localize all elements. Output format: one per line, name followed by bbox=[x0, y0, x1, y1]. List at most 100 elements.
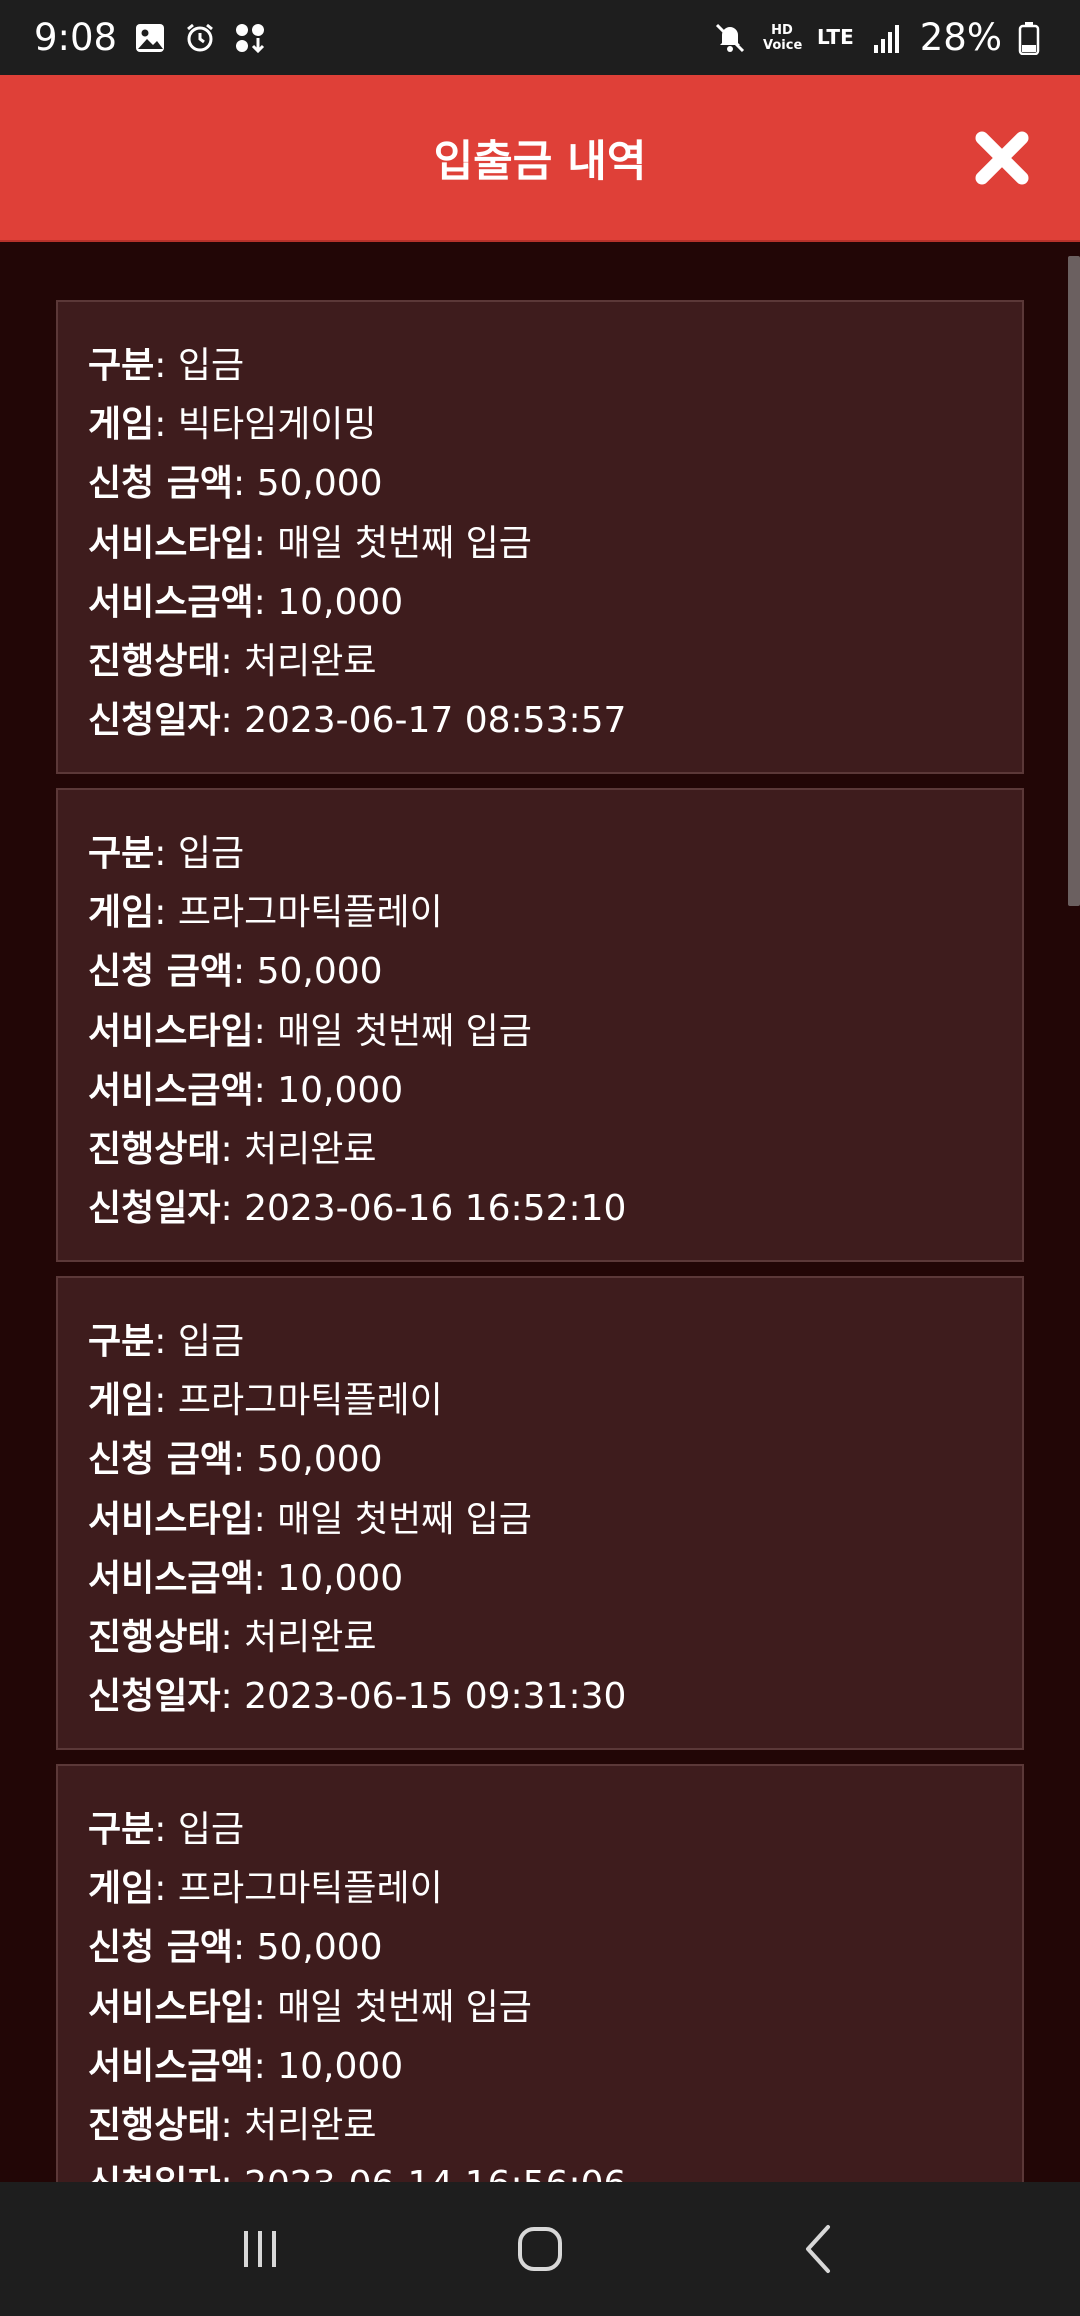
hd-voice-badge: HD Voice bbox=[763, 22, 803, 53]
label-type: 구분 bbox=[88, 1809, 155, 1850]
label-service-type: 서비스타입 bbox=[88, 1498, 254, 1540]
row-status: 진행상태: 처리완료 bbox=[88, 2105, 377, 2147]
value-game: 프라그마틱플레이 bbox=[177, 1380, 443, 1422]
value-game: 빅타임게이밍 bbox=[177, 404, 377, 446]
back-button[interactable] bbox=[780, 2209, 860, 2289]
row-service-amount: 서비스금액: 10,000 bbox=[88, 581, 404, 623]
status-right: HD Voice LTE 28% bbox=[713, 16, 1052, 59]
home-button[interactable] bbox=[500, 2209, 580, 2289]
label-date: 신청일자 bbox=[88, 700, 221, 742]
row-status: 진행상태: 처리완료 bbox=[88, 641, 377, 683]
label-date: 신청일자 bbox=[88, 2164, 220, 2182]
row-game: 게임: 프라그마틱플레이 bbox=[88, 1380, 443, 1422]
history-list-container[interactable]: 구분: 입금 게임: 빅타임게이밍 신청 금액: 50,000 서비스타입: 매… bbox=[0, 242, 1080, 2182]
recents-button[interactable] bbox=[220, 2209, 300, 2289]
value-date: 2023-06-14 16:56:06 bbox=[244, 2164, 626, 2182]
label-type: 구분 bbox=[88, 345, 155, 386]
signal-icon bbox=[870, 21, 904, 55]
value-amount: 50,000 bbox=[256, 463, 383, 505]
status-time: 9:08 bbox=[34, 16, 118, 59]
battery-icon bbox=[1018, 21, 1052, 55]
system-nav-bar bbox=[0, 2182, 1080, 2316]
status-bar: 9:08 HD Voice LTE 28% bbox=[0, 0, 1080, 75]
row-service-type: 서비스타입: 매일 첫번째 입금 bbox=[88, 1010, 532, 1052]
row-type: 구분: 입금 bbox=[88, 1809, 245, 1850]
row-date: 신청일자: 2023-06-15 09:31:30 bbox=[88, 1676, 627, 1718]
label-service-amount: 서비스금액 bbox=[88, 1069, 254, 1111]
label-type: 구분 bbox=[88, 1321, 155, 1362]
row-service-amount: 서비스금액: 10,000 bbox=[88, 1557, 404, 1599]
value-date: 2023-06-16 16:52:10 bbox=[244, 1188, 627, 1230]
row-status: 진행상태: 처리완료 bbox=[88, 1129, 377, 1171]
row-date: 신청일자: 2023-06-16 16:52:10 bbox=[88, 1188, 627, 1230]
row-service-type: 서비스타입: 매일 첫번째 입금 bbox=[88, 1986, 532, 2028]
label-service-type: 서비스타입 bbox=[88, 522, 254, 564]
value-amount: 50,000 bbox=[256, 951, 383, 993]
label-amount: 신청 금액 bbox=[88, 463, 234, 505]
value-type: 입금 bbox=[177, 833, 245, 874]
label-game: 게임 bbox=[88, 404, 155, 446]
value-service-amount: 10,000 bbox=[277, 1557, 404, 1599]
row-date: 신청일자: 2023-06-14 16:56:06 bbox=[88, 2155, 992, 2182]
row-type: 구분: 입금 bbox=[88, 833, 245, 874]
value-amount: 50,000 bbox=[256, 1927, 383, 1969]
label-amount: 신청 금액 bbox=[88, 1439, 234, 1481]
download-apps-icon bbox=[233, 21, 267, 55]
alarm-icon bbox=[183, 21, 217, 55]
battery-percent: 28% bbox=[919, 16, 1002, 59]
label-status: 진행상태 bbox=[88, 1617, 221, 1659]
value-service-amount: 10,000 bbox=[277, 1069, 404, 1111]
row-amount: 신청 금액: 50,000 bbox=[88, 463, 383, 505]
row-service-amount: 서비스금액: 10,000 bbox=[88, 1069, 404, 1111]
label-service-amount: 서비스금액 bbox=[88, 1557, 254, 1599]
label-service-type: 서비스타입 bbox=[88, 1010, 254, 1052]
close-button[interactable] bbox=[972, 128, 1032, 188]
row-amount: 신청 금액: 50,000 bbox=[88, 1927, 383, 1969]
value-service-amount: 10,000 bbox=[277, 2045, 404, 2087]
value-amount: 50,000 bbox=[256, 1439, 383, 1481]
label-service-amount: 서비스금액 bbox=[88, 581, 254, 623]
label-service-amount: 서비스금액 bbox=[88, 2045, 254, 2087]
close-icon[interactable] bbox=[972, 128, 1032, 188]
row-game: 게임: 프라그마틱플레이 bbox=[88, 1868, 443, 1910]
history-card: 구분: 입금 게임: 프라그마틱플레이 신청 금액: 50,000 서비스타입:… bbox=[56, 1764, 1024, 2182]
label-date: 신청일자 bbox=[88, 1188, 221, 1230]
history-card: 구분: 입금 게임: 프라그마틱플레이 신청 금액: 50,000 서비스타입:… bbox=[56, 1276, 1024, 1750]
row-status: 진행상태: 처리완료 bbox=[88, 1617, 377, 1659]
lte-label: LTE bbox=[817, 25, 854, 49]
row-type: 구분: 입금 bbox=[88, 1321, 245, 1362]
label-type: 구분 bbox=[88, 833, 155, 874]
label-service-type: 서비스타입 bbox=[88, 1986, 254, 2028]
value-status: 처리완료 bbox=[244, 2105, 377, 2147]
status-left: 9:08 bbox=[34, 16, 267, 59]
history-card: 구분: 입금 게임: 빅타임게이밍 신청 금액: 50,000 서비스타입: 매… bbox=[56, 300, 1024, 774]
value-service-type: 매일 첫번째 입금 bbox=[277, 522, 532, 564]
back-icon[interactable] bbox=[790, 2219, 850, 2279]
home-icon[interactable] bbox=[510, 2219, 570, 2279]
recents-icon[interactable] bbox=[230, 2219, 290, 2279]
row-game: 게임: 프라그마틱플레이 bbox=[88, 892, 443, 934]
value-service-amount: 10,000 bbox=[277, 581, 404, 623]
value-service-type: 매일 첫번째 입금 bbox=[277, 1498, 532, 1540]
value-date: 2023-06-15 09:31:30 bbox=[244, 1676, 627, 1718]
value-game: 프라그마틱플레이 bbox=[177, 1868, 443, 1910]
label-date: 신청일자 bbox=[88, 1676, 221, 1718]
row-service-amount: 서비스금액: 10,000 bbox=[88, 2045, 404, 2087]
value-type: 입금 bbox=[177, 345, 245, 386]
value-date: 2023-06-17 08:53:57 bbox=[244, 700, 627, 742]
value-status: 처리완료 bbox=[244, 1617, 377, 1659]
scrollbar-thumb[interactable] bbox=[1068, 256, 1080, 906]
label-game: 게임 bbox=[88, 892, 155, 934]
label-status: 진행상태 bbox=[88, 2105, 221, 2147]
value-type: 입금 bbox=[177, 1809, 245, 1850]
value-service-type: 매일 첫번째 입금 bbox=[277, 1010, 532, 1052]
label-game: 게임 bbox=[88, 1380, 155, 1422]
value-service-type: 매일 첫번째 입금 bbox=[277, 1986, 532, 2028]
row-amount: 신청 금액: 50,000 bbox=[88, 951, 383, 993]
row-date: 신청일자: 2023-06-17 08:53:57 bbox=[88, 700, 627, 742]
label-amount: 신청 금액 bbox=[88, 951, 234, 993]
page-title: 입출금 내역 bbox=[433, 136, 647, 187]
history-list: 구분: 입금 게임: 빅타임게이밍 신청 금액: 50,000 서비스타입: 매… bbox=[56, 300, 1024, 2182]
value-status: 처리완료 bbox=[244, 641, 377, 683]
label-amount: 신청 금액 bbox=[88, 1927, 234, 1969]
